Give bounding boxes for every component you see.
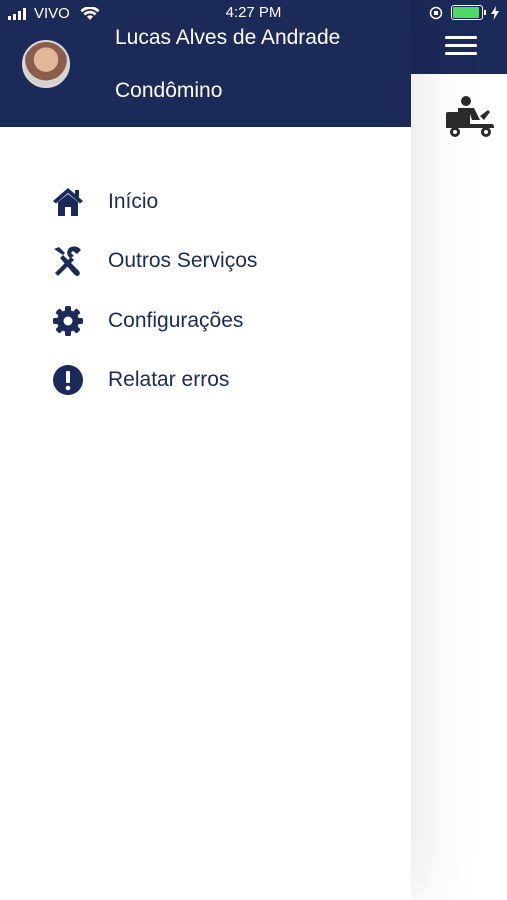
menu-item-label: Configurações xyxy=(108,308,244,332)
menu-item-label: Relatar erros xyxy=(108,368,230,392)
side-drawer: Lucas Alves de Andrade Condômino Início xyxy=(0,0,411,900)
menu-item-outros-servicos[interactable]: Outros Serviços xyxy=(0,232,411,292)
alert-icon xyxy=(50,362,86,398)
menu-button[interactable] xyxy=(445,36,477,56)
status-right xyxy=(429,5,499,20)
user-name: Lucas Alves de Andrade xyxy=(115,26,341,49)
user-role: Condômino xyxy=(115,79,223,102)
drawer-menu: Início Outros Serviços Configurações Rel… xyxy=(0,172,411,410)
home-icon xyxy=(50,184,86,220)
charging-icon xyxy=(491,5,499,20)
menu-item-inicio[interactable]: Início xyxy=(0,172,411,232)
menu-item-relatar-erros[interactable]: Relatar erros xyxy=(0,351,411,411)
avatar[interactable] xyxy=(22,40,70,88)
delivery-icon[interactable] xyxy=(444,94,496,138)
battery-icon xyxy=(451,5,486,20)
menu-item-label: Outros Serviços xyxy=(108,249,258,273)
gear-icon xyxy=(50,303,86,339)
orientation-lock-icon xyxy=(429,6,443,19)
status-bar: VIVO 4:27 PM xyxy=(0,0,507,28)
menu-item-configuracoes[interactable]: Configurações xyxy=(0,291,411,351)
hamburger-icon xyxy=(445,36,477,39)
menu-item-label: Início xyxy=(108,189,159,213)
tools-icon xyxy=(50,243,86,279)
